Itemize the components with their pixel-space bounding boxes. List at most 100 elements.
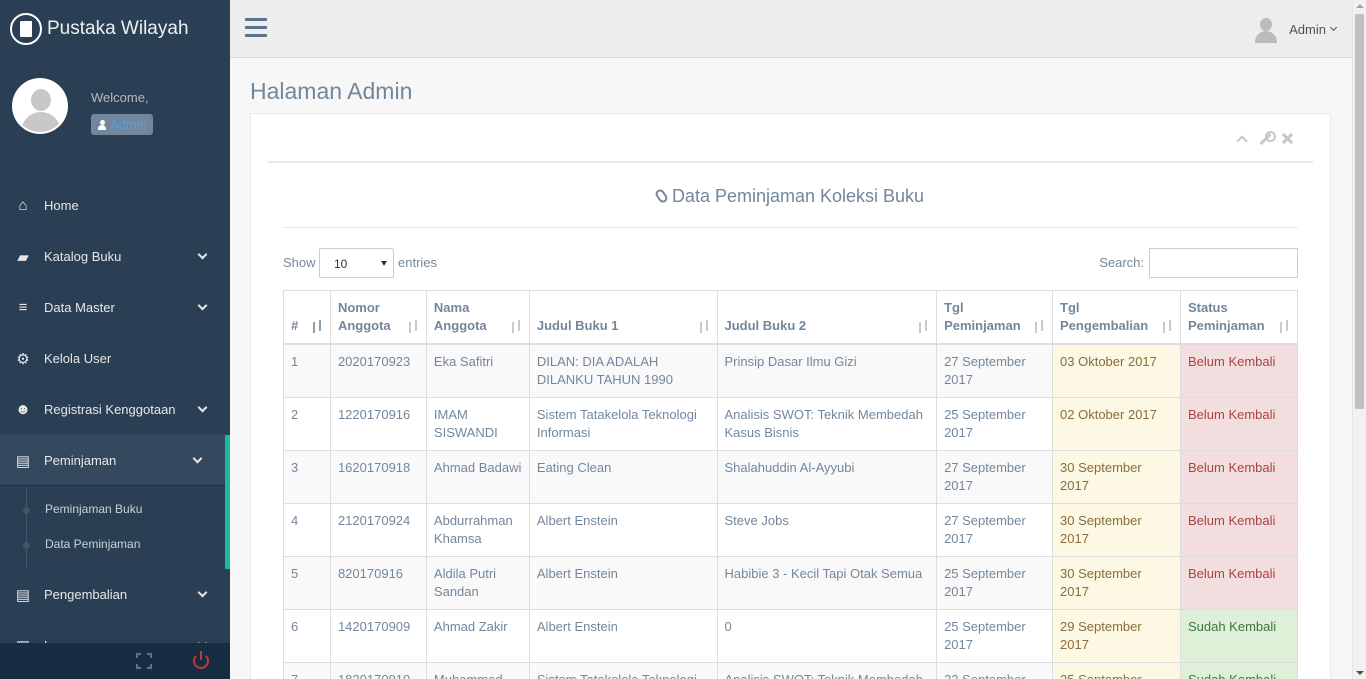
- book-title-2: Habibie 3 - Kecil Tapi Otak Semua: [716, 556, 938, 610]
- loan-date: 22 September: [936, 662, 1054, 679]
- column-header[interactable]: Nama Anggota: [425, 290, 530, 345]
- sort-icon: [1161, 320, 1173, 334]
- member-number: 2020170923: [329, 343, 427, 398]
- table-row: 6 1420170909 Ahmad Zakir Albert Enstein 0 25 …: [283, 609, 1299, 663]
- collapse-icon[interactable]: [1235, 132, 1248, 145]
- chevron-down-icon: [197, 300, 208, 311]
- entries-label: entries: [398, 255, 438, 270]
- book-icon: ▰: [17, 248, 29, 266]
- divider: [283, 227, 1298, 228]
- column-header[interactable]: Judul Buku 2: [716, 290, 938, 345]
- member-number: 1220170916: [329, 397, 427, 451]
- chevron-down-icon: [197, 249, 208, 260]
- table-row: 71820170910MuhammadSistem Tatakelola Tek…: [283, 662, 1299, 679]
- page-scrollbar[interactable]: [1352, 0, 1366, 679]
- book-title-1: Albert Enstein: [528, 609, 718, 663]
- chevron-down-icon: [1329, 23, 1338, 32]
- column-header[interactable]: Judul Buku 1: [528, 290, 718, 345]
- search-input[interactable]: [1149, 248, 1298, 278]
- member-name: Aldila Putri Sandan: [425, 556, 530, 610]
- book-title-2: Steve Jobs: [716, 503, 938, 557]
- book-title-1: Eating Clean: [528, 450, 718, 504]
- paperclip-icon: [653, 187, 670, 205]
- user-icon: [98, 119, 106, 130]
- menu-item-kelola-user[interactable]: ⚙ Kelola User: [0, 333, 230, 384]
- column-header[interactable]: Tgl Pengembalian: [1052, 290, 1181, 345]
- member-number: 1820170910: [329, 662, 427, 679]
- chevron-down-icon: [197, 587, 208, 598]
- member-number: 2120170924: [329, 503, 427, 557]
- panel-heading-text: Data Peminjaman Koleksi Buku: [671, 186, 925, 206]
- menu-label: Kelola User: [44, 351, 112, 366]
- wrench-icon[interactable]: [1258, 131, 1276, 145]
- table-controls: Show 10 entries Search:: [283, 248, 1298, 278]
- column-header[interactable]: #: [283, 290, 331, 345]
- brand[interactable]: Pustaka Wilayah: [0, 0, 230, 57]
- member-name: IMAM SISWANDI: [425, 397, 530, 451]
- user-name: Admin: [1289, 21, 1326, 37]
- loan-date: 27 September 2017: [936, 343, 1054, 398]
- column-header[interactable]: Nomor Anggota: [329, 290, 427, 345]
- divider: [268, 161, 1313, 163]
- power-icon[interactable]: [193, 651, 209, 669]
- book-title-2: Analisis SWOT: Teknik Membedah Kasus Bis…: [716, 397, 938, 451]
- menu-toggle-icon[interactable]: [245, 18, 267, 38]
- scroll-thumb[interactable]: [1355, 14, 1364, 409]
- loans-table: # Nomor Anggota Nama Anggota Judul Buku …: [283, 290, 1299, 679]
- chevron-down-icon: [197, 402, 208, 413]
- submenu-peminjaman: Peminjaman Buku Data Peminjaman: [0, 486, 230, 569]
- show-label: Show: [283, 255, 316, 270]
- menu-label: Registrasi Kenggotaan: [44, 402, 176, 417]
- loan-date: 25 September 2017: [936, 397, 1054, 451]
- fullscreen-icon[interactable]: [136, 653, 152, 669]
- search-label: Search:: [1099, 255, 1144, 270]
- return-date: 30 September 2017: [1052, 556, 1181, 610]
- row-number: 6: [283, 609, 331, 663]
- row-number: 2: [283, 397, 331, 451]
- sort-icon: [698, 320, 710, 334]
- sort-icon: [1278, 320, 1290, 334]
- menu-label: Peminjaman: [44, 453, 117, 468]
- column-header[interactable]: Tgl Peminjaman: [936, 290, 1054, 345]
- sort-asc-icon: [311, 320, 323, 334]
- menu-label: Data Master: [44, 300, 115, 315]
- submenu-item-data-peminjaman[interactable]: Data Peminjaman: [22, 537, 140, 551]
- sort-icon: [510, 320, 522, 334]
- menu-label: Home: [44, 198, 79, 213]
- entries-select[interactable]: 10: [319, 248, 394, 278]
- menu-item-registrasi[interactable]: ☻ Registrasi Kenggotaan: [0, 384, 230, 435]
- top-navbar: Admin: [230, 0, 1352, 58]
- document-icon: ▤: [15, 586, 31, 604]
- data-panel: Data Peminjaman Koleksi Buku Show 10 ent…: [250, 113, 1331, 679]
- book-title-2: Analisis SWOT: Teknik Membedah: [716, 662, 938, 679]
- role-label: Admin: [110, 117, 147, 132]
- sort-icon: [407, 320, 419, 334]
- menu-item-peminjaman[interactable]: ▤ Peminjaman: [0, 435, 230, 486]
- book-title-1: Albert Enstein: [528, 503, 718, 557]
- column-header[interactable]: Status Peminjaman: [1179, 290, 1299, 345]
- panel-heading: Data Peminjaman Koleksi Buku: [251, 186, 1330, 207]
- entries-value: 10: [334, 257, 348, 271]
- gear-icon: ⚙: [16, 350, 30, 368]
- loan-date: 25 September 2017: [936, 609, 1054, 663]
- menu-label: Katalog Buku: [44, 249, 122, 264]
- brand-title: Pustaka Wilayah: [47, 17, 189, 39]
- book-title-2: 0: [716, 609, 938, 663]
- role-badge: Admin: [91, 114, 153, 135]
- menu-item-pengembalian[interactable]: ▤ Pengembalian: [0, 569, 230, 620]
- loan-status: Belum Kembali: [1179, 556, 1299, 610]
- submenu-item-peminjaman-buku[interactable]: Peminjaman Buku: [22, 502, 142, 516]
- menu-item-home[interactable]: ⌂ Home: [0, 180, 230, 231]
- menu-item-data-master[interactable]: ≡ Data Master: [0, 282, 230, 333]
- loan-status: Belum Kembali: [1179, 343, 1299, 398]
- menu-item-katalog-buku[interactable]: ▰ Katalog Buku: [0, 231, 230, 282]
- home-icon: ⌂: [18, 197, 28, 214]
- member-name: Muhammad: [425, 662, 530, 679]
- scroll-up-icon[interactable]: [1356, 4, 1364, 8]
- loan-status: Belum Kembali: [1179, 397, 1299, 451]
- scroll-down-icon[interactable]: [1356, 671, 1364, 675]
- user-dropdown[interactable]: Admin: [1253, 16, 1338, 43]
- return-date: 03 Oktober 2017: [1052, 343, 1181, 398]
- close-icon[interactable]: [1281, 132, 1294, 145]
- main-content: Halaman Admin Data Peminjaman Koleksi Bu…: [230, 58, 1352, 679]
